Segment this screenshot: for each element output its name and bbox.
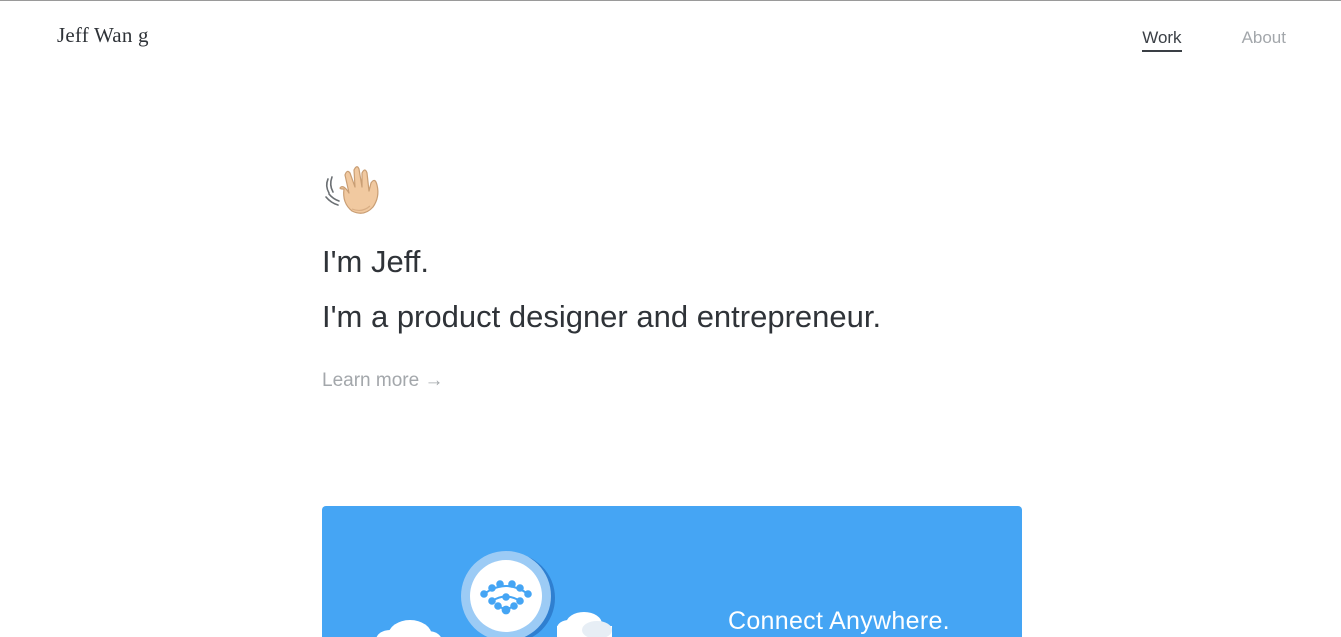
nav-work-link[interactable]: Work (1142, 29, 1182, 52)
learn-more-link[interactable]: Learn more → (322, 370, 443, 392)
greeting-heading: I'm Jeff. (322, 244, 429, 279)
site-logo[interactable]: Jeff Wan g (57, 23, 149, 48)
waving-hand-icon (325, 166, 379, 214)
project-card-title: Connect Anywhere. (728, 607, 950, 635)
project-card-connect-anywhere[interactable]: Connect Anywhere. (322, 506, 1022, 637)
main-nav: Work About (1142, 29, 1286, 52)
tagline-heading: I'm a product designer and entrepreneur. (322, 299, 882, 334)
wifi-mesh-icon (461, 551, 555, 637)
hero-section: I'm Jeff. I'm a product designer and ent… (322, 159, 1022, 392)
nav-about-link[interactable]: About (1242, 29, 1286, 52)
